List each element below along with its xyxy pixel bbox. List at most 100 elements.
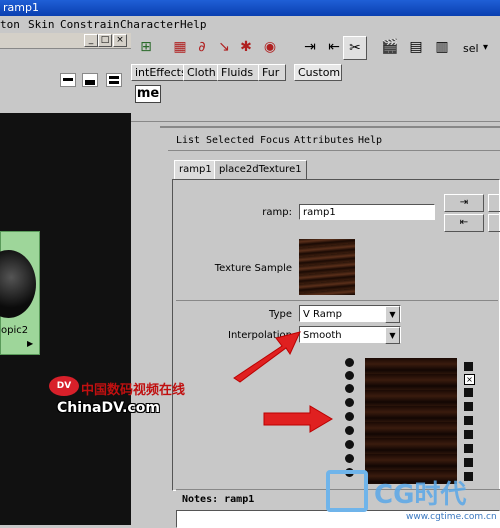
annotation-arrow-shape bbox=[263, 405, 333, 433]
render-globals-icon[interactable]: ▥ bbox=[431, 36, 453, 58]
attribute-editor: List Selected Focus Attributes Help ramp… bbox=[160, 122, 500, 528]
node-swatch-sphere bbox=[0, 250, 36, 318]
menu-focus[interactable]: Focus bbox=[260, 135, 290, 146]
presets-button[interactable] bbox=[488, 194, 500, 212]
minimize-icon[interactable]: _ bbox=[84, 34, 98, 47]
shelf-tab-fluids[interactable]: Fluids bbox=[217, 64, 261, 81]
ramp-delete-box[interactable] bbox=[464, 458, 473, 467]
shelf-item-mel[interactable]: me bbox=[135, 85, 161, 103]
ramp-color-entry[interactable] bbox=[345, 426, 354, 435]
ramp-delete-box[interactable] bbox=[464, 362, 473, 371]
cgtime-logo-text: CG时代 bbox=[374, 480, 467, 510]
tab-place2dtexture1[interactable]: place2dTexture1 bbox=[214, 160, 307, 180]
ramp-delete-box[interactable] bbox=[464, 430, 473, 439]
close-icon[interactable]: × bbox=[113, 34, 127, 47]
snap-view-icon[interactable]: ✱ bbox=[235, 36, 257, 58]
tab-ramp1[interactable]: ramp1 bbox=[174, 160, 217, 180]
cgtime-logo-icon bbox=[326, 470, 368, 512]
menu-attributes[interactable]: Attributes bbox=[294, 135, 354, 146]
sel-menu-label[interactable]: sel bbox=[463, 42, 479, 55]
main-menu-bar: ton Skin Constrain Character Help bbox=[0, 16, 500, 34]
ramp-delete-box[interactable] bbox=[464, 388, 473, 397]
node-label: opic2 bbox=[1, 325, 29, 336]
left-node-panel: _ □ × opic2 ▶ bbox=[0, 33, 131, 525]
type-dropdown[interactable]: V Ramp ▼ bbox=[299, 305, 401, 323]
node-graph[interactable]: opic2 ▶ bbox=[0, 113, 131, 525]
texture-node[interactable]: opic2 ▶ bbox=[0, 231, 40, 355]
cgtime-url-text: www.cgtime.com.cn bbox=[406, 512, 497, 522]
layout-icon[interactable] bbox=[60, 73, 76, 87]
chevron-down-icon[interactable]: ▾ bbox=[483, 42, 488, 53]
shelf-tab-fur[interactable]: Fur bbox=[258, 64, 286, 81]
ipr-render-icon[interactable]: ▤ bbox=[405, 36, 427, 58]
close-icon[interactable]: × bbox=[464, 374, 475, 385]
snap-curve-icon[interactable]: ∂ bbox=[191, 36, 213, 58]
render-frame-icon[interactable]: 🎬 bbox=[379, 36, 401, 58]
shelf-tab-painteffects[interactable]: intEffects bbox=[131, 64, 187, 81]
shelf-area: me bbox=[131, 81, 500, 122]
annotation-arrow-shape bbox=[233, 331, 301, 383]
layout-icon[interactable] bbox=[106, 73, 122, 87]
ramp-delete-box[interactable] bbox=[464, 402, 473, 411]
construction-history-icon[interactable]: ✂ bbox=[343, 36, 367, 60]
focus-output-icon[interactable]: ⇤ bbox=[444, 214, 484, 232]
annotation-arrow bbox=[263, 405, 333, 433]
ramp-color-entry[interactable] bbox=[345, 412, 354, 421]
layout-icon[interactable] bbox=[82, 73, 98, 87]
snap-grid-icon[interactable]: ▦ bbox=[169, 36, 191, 58]
divider bbox=[160, 126, 500, 128]
ramp-color-entry[interactable] bbox=[345, 358, 354, 367]
ramp-name-label: ramp: bbox=[262, 207, 292, 218]
ramp-color-entry[interactable] bbox=[345, 454, 354, 463]
input-ops-icon[interactable]: ⇥ bbox=[299, 36, 321, 58]
menu-character[interactable]: Character bbox=[120, 18, 180, 31]
ramp-widget[interactable] bbox=[343, 354, 459, 486]
texture-sample-label: Texture Sample bbox=[214, 263, 292, 274]
notes-label: Notes: ramp1 bbox=[182, 494, 255, 505]
menu-constrain[interactable]: Constrain bbox=[60, 18, 120, 31]
texture-sample-swatch bbox=[299, 239, 355, 295]
ramp-delete-box[interactable] bbox=[464, 416, 473, 425]
ramp-color-entry[interactable] bbox=[345, 384, 354, 393]
chinadv-logo-icon: DV bbox=[49, 376, 79, 396]
chevron-down-icon[interactable]: ▼ bbox=[385, 306, 400, 323]
status-toolbar: ⊞ ▦ ∂ ↘ ✱ ◉ ⇥ ⇤ ✂ 🎬 ▤ ▥ sel ▾ bbox=[131, 33, 500, 63]
ramp-color-entry[interactable] bbox=[345, 440, 354, 449]
ramp-name-field[interactable]: ramp1 bbox=[299, 204, 435, 220]
ramp-color-entry[interactable] bbox=[345, 398, 354, 407]
type-dropdown-value: V Ramp bbox=[303, 309, 342, 320]
window-title: ramp1 bbox=[3, 1, 39, 14]
menu-selected[interactable]: Selected bbox=[206, 135, 254, 146]
annotation-arrow bbox=[233, 331, 301, 383]
menu-ton[interactable]: ton bbox=[0, 18, 20, 31]
menu-help[interactable]: Help bbox=[180, 18, 207, 31]
snap-point-icon[interactable]: ↘ bbox=[213, 36, 235, 58]
shelf-tab-cloth[interactable]: Cloth bbox=[183, 64, 219, 81]
interpolation-dropdown[interactable]: Smooth ▼ bbox=[299, 326, 401, 344]
ramp-gradient[interactable] bbox=[365, 358, 457, 484]
chinadv-watermark: DV 中国数码视频在线 ChinaDV.com bbox=[49, 376, 185, 418]
divider bbox=[176, 300, 498, 301]
cgtime-watermark: CG时代 www.cgtime.com.cn bbox=[322, 470, 500, 525]
attribute-editor-menu: List Selected Focus Attributes Help bbox=[168, 132, 500, 150]
maximize-icon[interactable]: □ bbox=[98, 34, 112, 47]
menu-list[interactable]: List bbox=[176, 135, 200, 146]
type-label: Type bbox=[269, 309, 292, 320]
ramp-color-entry[interactable] bbox=[345, 371, 354, 380]
output-ops-icon[interactable]: ⇤ bbox=[323, 36, 345, 58]
ramp-delete-column: × bbox=[464, 356, 476, 486]
divider bbox=[168, 150, 500, 151]
shelf-tabs: intEffects Cloth Fluids Fur Custom bbox=[131, 63, 500, 81]
node-expand-icon[interactable]: ▶ bbox=[27, 338, 37, 350]
menu-skin[interactable]: Skin bbox=[28, 18, 55, 31]
focus-input-icon[interactable]: ⇥ bbox=[444, 194, 484, 212]
interpolation-dropdown-value: Smooth bbox=[303, 330, 342, 341]
presets-button[interactable] bbox=[488, 214, 500, 232]
shelf-tab-custom[interactable]: Custom bbox=[294, 64, 342, 81]
ramp-delete-box[interactable] bbox=[464, 444, 473, 453]
window-title-bar: ramp1 bbox=[0, 0, 500, 16]
snap-surface-icon[interactable]: ◉ bbox=[259, 36, 281, 58]
menu-help[interactable]: Help bbox=[358, 135, 382, 146]
chevron-down-icon[interactable]: ▼ bbox=[385, 327, 400, 344]
select-mode-icon[interactable]: ⊞ bbox=[135, 36, 157, 58]
